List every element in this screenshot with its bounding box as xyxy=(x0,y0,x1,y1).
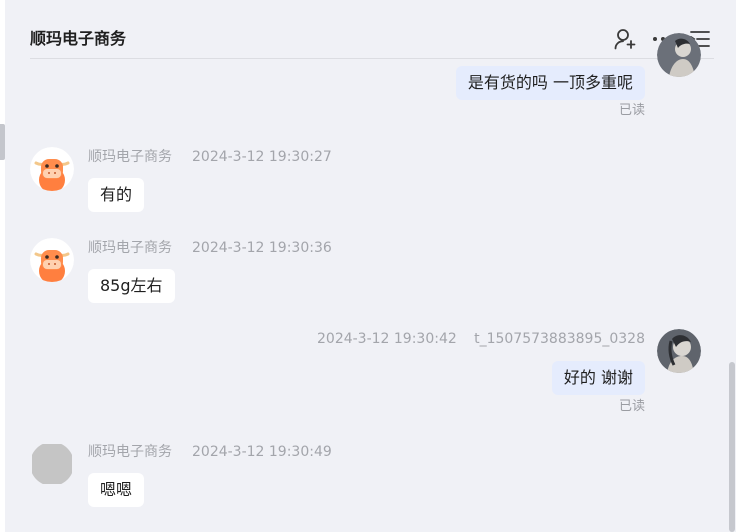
message-time: 2024-3-12 19:30:49 xyxy=(192,444,332,460)
scrollbar-thumb[interactable] xyxy=(729,362,735,532)
shop-avatar[interactable] xyxy=(30,147,74,191)
chat-title: 顺玛电子商务 xyxy=(30,29,127,48)
user-avatar[interactable] xyxy=(657,329,701,373)
read-status: 已读 xyxy=(618,399,645,414)
add-person-icon[interactable] xyxy=(612,26,638,52)
panel-resize-handle[interactable] xyxy=(0,124,5,160)
sender-name: 顺玛电子商务 xyxy=(88,444,172,460)
left-panel-edge xyxy=(0,0,5,532)
sender-name: t_1507573883895_0328 xyxy=(474,331,645,347)
message-bubble: 嗯嗯 xyxy=(88,473,145,507)
message-bubble: 是有货的吗 一顶多重呢 xyxy=(455,66,645,100)
shop-avatar[interactable] xyxy=(30,238,74,282)
shop-avatar-placeholder[interactable] xyxy=(30,442,74,486)
message-bubble: 好的 谢谢 xyxy=(551,361,645,395)
message-bubble: 85g左右 xyxy=(88,269,175,303)
read-status: 已读 xyxy=(618,103,645,118)
message-bubble: 有的 xyxy=(88,178,145,212)
chat-header: 顺玛电子商务 xyxy=(30,0,714,59)
message-time: 2024-3-12 19:30:36 xyxy=(192,240,332,256)
message-time: 2024-3-12 19:30:27 xyxy=(192,149,332,165)
sender-name: 顺玛电子商务 xyxy=(88,240,172,256)
sender-name: 顺玛电子商务 xyxy=(88,149,172,165)
user-avatar[interactable] xyxy=(657,33,701,77)
message-time: 2024-3-12 19:30:42 xyxy=(317,331,457,347)
